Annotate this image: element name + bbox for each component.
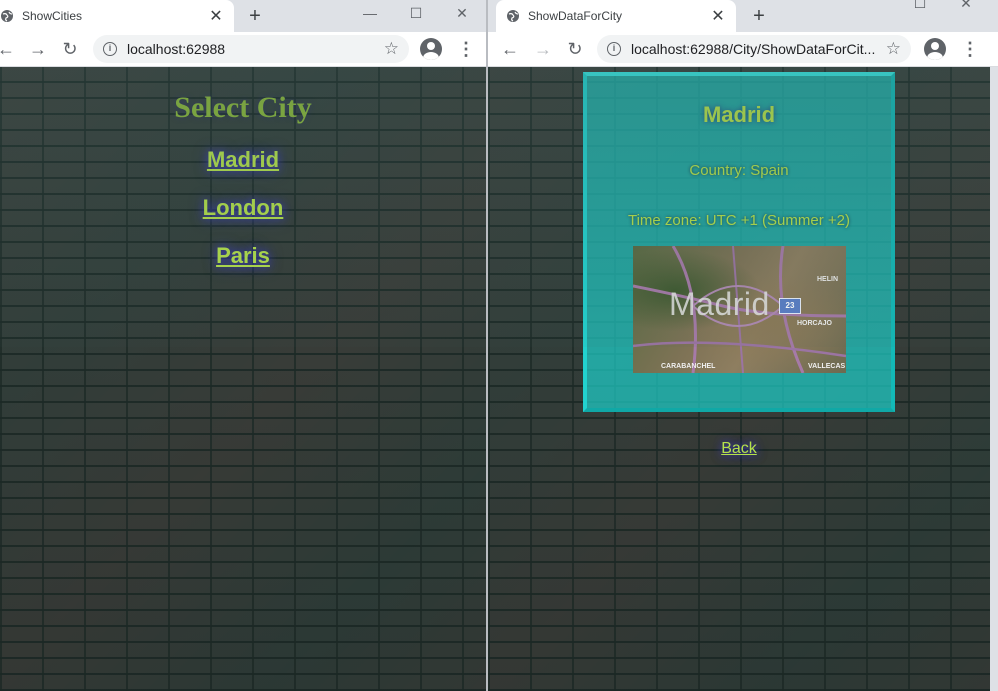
map-place-label: HELIN (817, 276, 838, 283)
url-text[interactable]: localhost:62988/City/ShowDataForCit... (631, 41, 880, 57)
bookmark-star-icon[interactable]: ☆ (384, 39, 399, 59)
page-viewport: Select City Madrid London Paris (0, 67, 486, 691)
address-bar[interactable]: i localhost:62988/City/ShowDataForCit...… (597, 35, 911, 63)
address-bar[interactable]: i localhost:62988 ☆ (93, 35, 409, 63)
reload-icon[interactable]: ↻ (58, 37, 82, 61)
maximize-button[interactable]: ☐ (898, 0, 942, 18)
back-link[interactable]: Back (488, 440, 990, 458)
browser-window-showdataforcity: ShowDataForCity ✕ + ☐ ✕ ← → ↻ i localhos… (488, 0, 998, 691)
profile-avatar-icon[interactable] (420, 38, 442, 60)
city-name: Madrid (702, 102, 776, 127)
map-place-label: CARABANCHEL (661, 363, 716, 370)
city-link-madrid[interactable]: Madrid (0, 147, 486, 173)
window-close-button[interactable]: ✕ (440, 0, 484, 28)
tab-showdataforcity[interactable]: ShowDataForCity ✕ (496, 0, 736, 32)
info-icon[interactable]: i (607, 42, 621, 56)
new-tab-button[interactable]: + (243, 5, 267, 27)
tab-title: ShowDataForCity (528, 9, 623, 23)
tab-strip: ShowCities ✕ + — ☐ ✕ (0, 0, 486, 32)
browser-toolbar: ← → ↻ i localhost:62988/City/ShowDataFor… (488, 32, 998, 67)
page-viewport: Madrid Country: Spain Time zone: UTC +1 … (488, 67, 990, 691)
city-map-image: Madrid 23 HELIN HORCAJO CARABANCHEL VALL… (633, 246, 846, 373)
tab-close-icon[interactable]: ✕ (208, 6, 224, 26)
timezone-text: Time zone: UTC +1 (Summer +2) (627, 212, 850, 229)
new-tab-button[interactable]: + (747, 5, 771, 27)
page-title: Select City (174, 91, 312, 124)
tab-showcities[interactable]: ShowCities ✕ (0, 0, 234, 32)
back-arrow-icon[interactable]: ← (0, 37, 18, 61)
profile-avatar-icon[interactable] (924, 38, 946, 60)
tab-title: ShowCities (22, 9, 83, 23)
maximize-button[interactable]: ☐ (394, 0, 438, 28)
map-city-label: Madrid (669, 286, 770, 322)
reload-icon[interactable]: ↻ (563, 37, 587, 61)
globe-icon (1, 10, 13, 22)
forward-arrow-icon[interactable]: → (531, 37, 555, 61)
browser-window-showcities: ShowCities ✕ + — ☐ ✕ ← → ↻ i localhost:6… (0, 0, 486, 691)
minimize-button[interactable]: — (348, 0, 392, 28)
highway-shield: 23 (779, 298, 801, 314)
forward-arrow-icon[interactable]: → (26, 37, 50, 61)
city-link-paris[interactable]: Paris (0, 243, 486, 269)
back-arrow-icon[interactable]: ← (498, 37, 522, 61)
info-icon[interactable]: i (103, 42, 117, 56)
country-text: Country: Spain (689, 162, 789, 179)
map-place-label: VALLECAS (808, 363, 846, 370)
bookmark-star-icon[interactable]: ☆ (886, 39, 901, 59)
tab-close-icon[interactable]: ✕ (710, 6, 726, 26)
menu-kebab-icon[interactable]: ⋮ (961, 38, 979, 60)
browser-toolbar: ← → ↻ i localhost:62988 ☆ ⋮ (0, 32, 486, 67)
menu-kebab-icon[interactable]: ⋮ (457, 38, 475, 60)
map-place-label: HORCAJO (797, 320, 833, 327)
globe-icon (507, 10, 519, 22)
url-text[interactable]: localhost:62988 (127, 41, 378, 57)
city-card: Madrid Country: Spain Time zone: UTC +1 … (583, 72, 895, 412)
tab-strip: ShowDataForCity ✕ + ☐ ✕ (488, 0, 998, 32)
city-link-london[interactable]: London (0, 195, 486, 221)
window-close-button[interactable]: ✕ (944, 0, 988, 18)
